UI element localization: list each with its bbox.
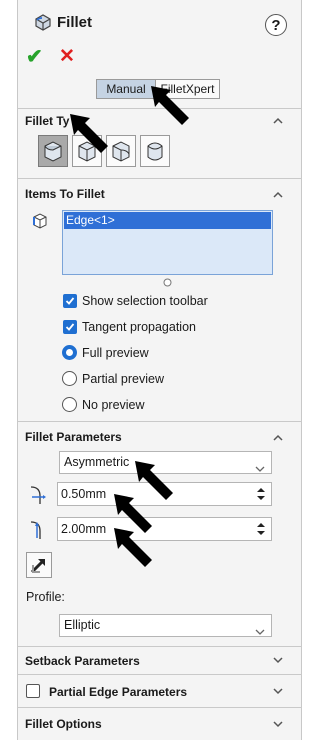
no-preview-label: No preview xyxy=(82,398,145,412)
edge-selection-icon xyxy=(31,212,49,233)
partial-edge-parameters-checkbox[interactable] xyxy=(26,684,40,698)
distance-1-icon xyxy=(28,484,50,509)
distance-2-value: 2.00mm xyxy=(61,522,107,536)
help-icon[interactable]: ? xyxy=(265,14,287,36)
section-setback-parameters-header[interactable]: Setback Parameters xyxy=(25,654,140,668)
divider xyxy=(17,646,302,647)
fillet-feature-icon xyxy=(33,12,53,35)
collapse-icon[interactable] xyxy=(273,189,283,203)
expand-icon[interactable] xyxy=(273,718,283,732)
section-partial-edge-parameters-header[interactable]: Partial Edge Parameters xyxy=(49,685,187,699)
annotation-arrow-icon xyxy=(114,528,152,567)
show-selection-toolbar-label: Show selection toolbar xyxy=(82,294,208,308)
divider xyxy=(17,421,302,422)
section-items-to-fillet-header[interactable]: Items To Fillet xyxy=(25,187,105,201)
collapse-icon[interactable] xyxy=(273,432,283,446)
full-round-fillet-icon[interactable] xyxy=(140,135,170,167)
distance-1-value: 0.50mm xyxy=(61,487,107,501)
no-preview-radio[interactable] xyxy=(62,397,77,412)
page-title: Fillet xyxy=(57,14,93,31)
profile-label: Profile: xyxy=(26,590,65,604)
resize-handle-icon[interactable] xyxy=(163,276,172,290)
spinner-arrows-icon[interactable] xyxy=(253,485,269,503)
full-preview-radio[interactable] xyxy=(62,345,77,360)
chevron-down-icon xyxy=(255,622,265,643)
section-fillet-parameters-header[interactable]: Fillet Parameters xyxy=(25,430,122,444)
constant-size-fillet-icon[interactable] xyxy=(38,135,68,167)
tangent-propagation-label: Tangent propagation xyxy=(82,320,196,334)
annotation-arrow-icon xyxy=(70,114,108,153)
expand-icon[interactable] xyxy=(273,685,283,699)
collapse-icon[interactable] xyxy=(273,115,283,129)
profile-value: Elliptic xyxy=(64,618,101,632)
divider xyxy=(17,707,302,708)
spinner-arrows-icon[interactable] xyxy=(253,520,269,538)
expand-icon[interactable] xyxy=(273,654,283,668)
section-fillet-options-header[interactable]: Fillet Options xyxy=(25,717,102,731)
list-item[interactable]: Edge<1> xyxy=(64,212,271,229)
divider xyxy=(17,674,302,675)
tangent-propagation-checkbox[interactable] xyxy=(63,320,77,334)
annotation-arrow-icon xyxy=(151,86,189,125)
show-selection-toolbar-checkbox[interactable] xyxy=(63,294,77,308)
cancel-button[interactable]: ✕ xyxy=(59,45,75,68)
distance-2-icon xyxy=(28,519,50,544)
distance-2-input[interactable]: 2.00mm xyxy=(57,517,272,541)
section-fillet-type-header[interactable]: Fillet Ty xyxy=(25,114,69,128)
profile-dropdown[interactable]: Elliptic xyxy=(59,614,272,637)
divider xyxy=(17,178,302,179)
items-selection-list[interactable]: Edge<1> xyxy=(62,210,273,275)
partial-preview-radio[interactable] xyxy=(62,371,77,386)
full-preview-label: Full preview xyxy=(82,346,149,360)
fillet-method-value: Asymmetric xyxy=(64,455,130,469)
reverse-direction-icon[interactable] xyxy=(26,552,52,578)
ok-button[interactable]: ✔ xyxy=(26,44,43,69)
chevron-down-icon xyxy=(255,459,265,480)
partial-preview-label: Partial preview xyxy=(82,372,164,386)
